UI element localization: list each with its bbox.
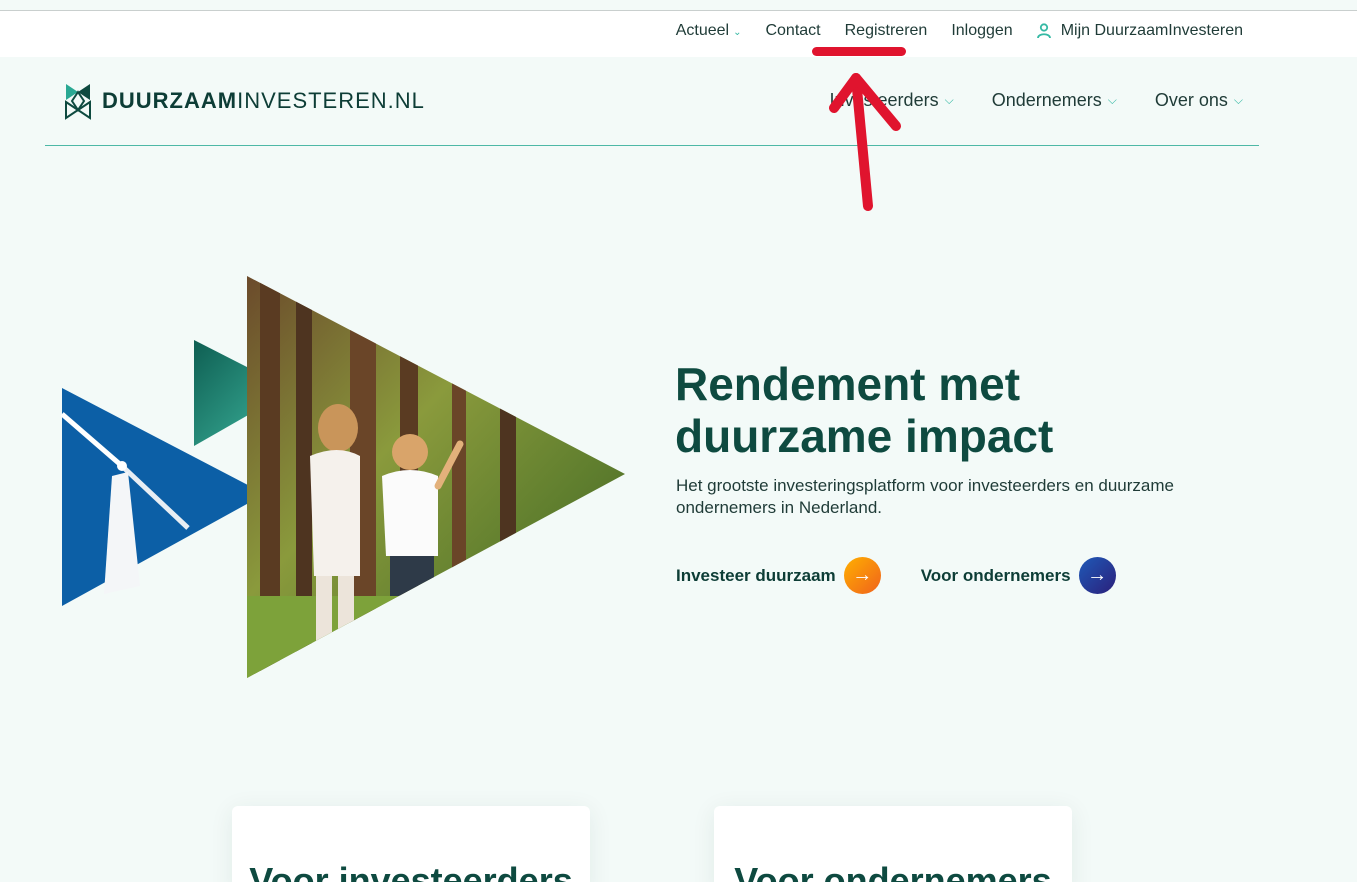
card-investeerders[interactable]: Voor investeerders <box>232 806 590 882</box>
utility-item-label: Contact <box>765 22 821 39</box>
annotation-arrow-icon <box>829 73 901 211</box>
logo-icon <box>65 84 91 120</box>
nav-item-label: Ondernemers <box>991 90 1102 110</box>
utility-item-mijn-account[interactable]: Mijn DuurzaamInvesteren <box>1036 22 1243 40</box>
annotation-underline <box>812 47 906 56</box>
investeer-duurzaam-button[interactable]: Investeer duurzaam → <box>676 557 881 594</box>
user-icon <box>1036 23 1051 39</box>
utility-item-inloggen[interactable]: Inloggen <box>951 22 1012 40</box>
utility-item-label: Registreren <box>844 22 928 39</box>
card-title: Voor investeerders <box>249 860 573 882</box>
arrow-right-icon: → <box>1078 557 1116 594</box>
chevron-down-icon: ⌵ <box>1233 93 1243 107</box>
site-logo[interactable]: DUURZAAMINVESTEREN.NL <box>62 82 425 120</box>
utility-item-label: Actueel <box>675 22 730 39</box>
nav-item-ondernemers[interactable]: Ondernemers ⌵ <box>992 90 1117 111</box>
chevron-down-icon: ⌄ <box>733 26 742 38</box>
hero-ctas: Investeer duurzaam → Voor ondernemers → <box>676 557 1116 594</box>
hero-illustration <box>60 276 625 678</box>
hero-title-line: duurzame impact <box>675 410 1054 462</box>
hero-title: Rendement met duurzame impact <box>675 358 1195 462</box>
card-title: Voor ondernemers <box>734 860 1052 882</box>
nav-item-label: Over ons <box>1154 90 1228 110</box>
logo-bold: DUURZAAM <box>102 88 238 113</box>
cta-label: Voor ondernemers <box>920 565 1071 585</box>
chevron-down-icon: ⌵ <box>1107 93 1117 107</box>
chevron-down-icon: ⌵ <box>944 93 954 107</box>
utility-item-label: Mijn DuurzaamInvesteren <box>1060 22 1243 39</box>
hero-subtitle: Het grootste investeringsplatform voor i… <box>676 476 1174 517</box>
logo-rest: INVESTEREN.NL <box>237 88 425 113</box>
utility-item-label: Inloggen <box>951 22 1013 39</box>
cta-label: Investeer duurzaam <box>676 565 836 585</box>
utility-nav: Actueel ⌄ Contact Registreren Inloggen M… <box>676 22 1243 40</box>
arrow-right-icon: → <box>843 557 881 594</box>
nav-divider <box>45 145 1259 146</box>
utility-item-contact[interactable]: Contact <box>765 22 820 40</box>
voor-ondernemers-button[interactable]: Voor ondernemers → <box>921 557 1116 594</box>
utility-item-actueel[interactable]: Actueel ⌄ <box>676 22 742 40</box>
utility-item-registreren[interactable]: Registreren <box>845 22 928 40</box>
nav-item-over-ons[interactable]: Over ons ⌵ <box>1155 90 1243 111</box>
card-ondernemers[interactable]: Voor ondernemers <box>714 806 1072 882</box>
logo-wordmark: DUURZAAMINVESTEREN.NL <box>102 88 425 114</box>
hero-title-line: Rendement met <box>675 358 1021 410</box>
